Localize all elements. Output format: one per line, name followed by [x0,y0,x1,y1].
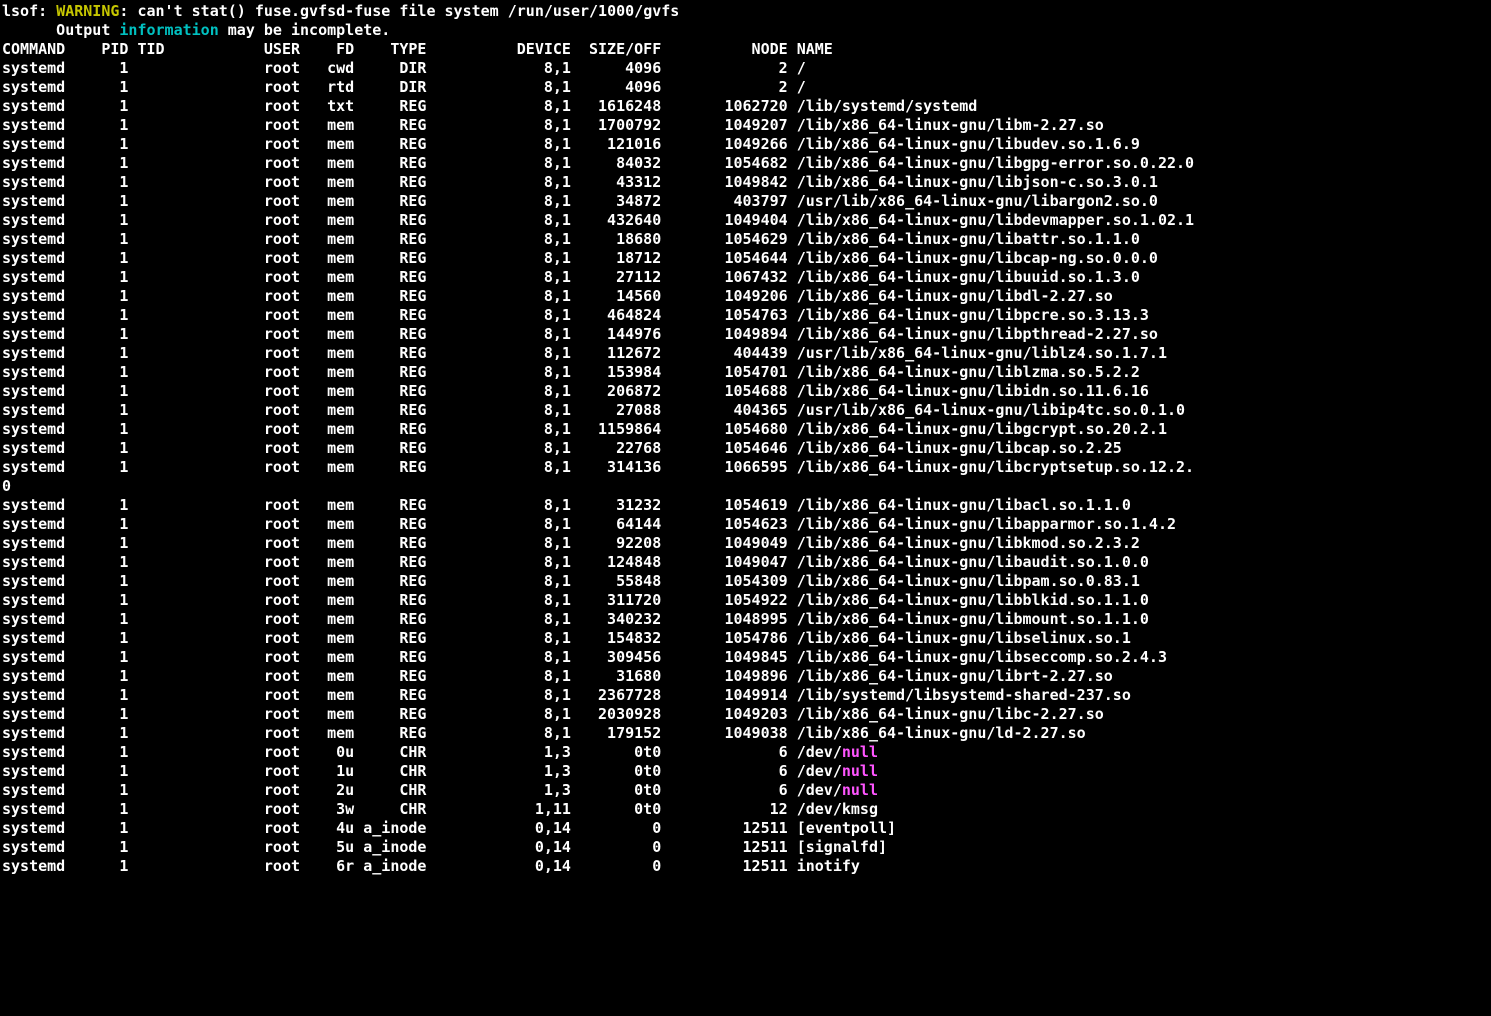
warning-tag: WARNING [56,2,119,20]
terminal-output: lsof: WARNING: can't stat() fuse.gvfsd-f… [0,0,1491,876]
table-row: systemd 1 root mem REG 8,1 92208 1049049… [2,534,1140,552]
table-row: systemd 1 root mem REG 8,1 2367728 10499… [2,686,1131,704]
table-row: systemd 1 root mem REG 8,1 1159864 10546… [2,420,1167,438]
table-row: systemd 1 root mem REG 8,1 14560 1049206… [2,287,1113,305]
table-row: systemd 1 root rtd DIR 8,1 4096 2 / [2,78,806,96]
table-row: systemd 1 root txt REG 8,1 1616248 10627… [2,97,977,115]
table-row: systemd 1 root mem REG 8,1 124848 104904… [2,553,1149,571]
table-row: systemd 1 root 0u CHR 1,3 0t0 6 /dev/nul… [2,743,878,761]
table-row: systemd 1 root mem REG 8,1 18680 1054629… [2,230,1140,248]
table-row: systemd 1 root mem REG 8,1 18712 1054644… [2,249,1158,267]
warning-msg: : can't stat() fuse.gvfsd-fuse file syst… [119,2,679,20]
table-row: systemd 1 root mem REG 8,1 311720 105492… [2,591,1149,609]
table-row: systemd 1 root mem REG 8,1 121016 104926… [2,135,1140,153]
table-row: systemd 1 root mem REG 8,1 179152 104903… [2,724,1086,742]
table-row: systemd 1 root mem REG 8,1 314136 106659… [2,458,1194,476]
table-row: systemd 1 root mem REG 8,1 309456 104984… [2,648,1167,666]
table-row: systemd 1 root mem REG 8,1 432640 104940… [2,211,1194,229]
null-highlight: null [842,743,878,761]
warn2-post: may be incomplete. [219,21,391,39]
table-row: systemd 1 root mem REG 8,1 34872 403797 … [2,192,1158,210]
table-row-wrap: 0 [2,477,11,495]
table-row: systemd 1 root mem REG 8,1 154832 105478… [2,629,1131,647]
table-row: systemd 1 root mem REG 8,1 206872 105468… [2,382,1149,400]
table-row: systemd 1 root 1u CHR 1,3 0t0 6 /dev/nul… [2,762,878,780]
null-highlight: null [842,781,878,799]
warn2-kw: information [119,21,218,39]
table-row: systemd 1 root mem REG 8,1 84032 1054682… [2,154,1194,172]
table-row: systemd 1 root mem REG 8,1 340232 104899… [2,610,1149,628]
table-header: COMMAND PID TID USER FD TYPE DEVICE SIZE… [2,40,833,58]
table-row: systemd 1 root mem REG 8,1 27088 404365 … [2,401,1185,419]
table-row: systemd 1 root mem REG 8,1 2030928 10492… [2,705,1104,723]
table-row: systemd 1 root mem REG 8,1 31232 1054619… [2,496,1131,514]
table-row: systemd 1 root mem REG 8,1 27112 1067432… [2,268,1140,286]
table-row: systemd 1 root mem REG 8,1 55848 1054309… [2,572,1140,590]
null-highlight: null [842,762,878,780]
table-row: systemd 1 root cwd DIR 8,1 4096 2 / [2,59,806,77]
table-row: systemd 1 root mem REG 8,1 153984 105470… [2,363,1140,381]
lsof-prefix: lsof: [2,2,56,20]
table-row: systemd 1 root mem REG 8,1 64144 1054623… [2,515,1176,533]
table-row: systemd 1 root mem REG 8,1 43312 1049842… [2,173,1158,191]
warn2-pre: Output [2,21,119,39]
table-row: systemd 1 root 4u a_inode 0,14 0 12511 [… [2,819,896,837]
table-row: systemd 1 root mem REG 8,1 31680 1049896… [2,667,1113,685]
table-row: systemd 1 root mem REG 8,1 144976 104989… [2,325,1158,343]
table-row: systemd 1 root mem REG 8,1 464824 105476… [2,306,1149,324]
table-row: systemd 1 root mem REG 8,1 112672 404439… [2,344,1167,362]
table-row: systemd 1 root 2u CHR 1,3 0t0 6 /dev/nul… [2,781,878,799]
table-row: systemd 1 root 3w CHR 1,11 0t0 12 /dev/k… [2,800,878,818]
table-row: systemd 1 root mem REG 8,1 1700792 10492… [2,116,1104,134]
table-row: systemd 1 root 6r a_inode 0,14 0 12511 i… [2,857,860,875]
table-row: systemd 1 root mem REG 8,1 22768 1054646… [2,439,1122,457]
table-row: systemd 1 root 5u a_inode 0,14 0 12511 [… [2,838,887,856]
